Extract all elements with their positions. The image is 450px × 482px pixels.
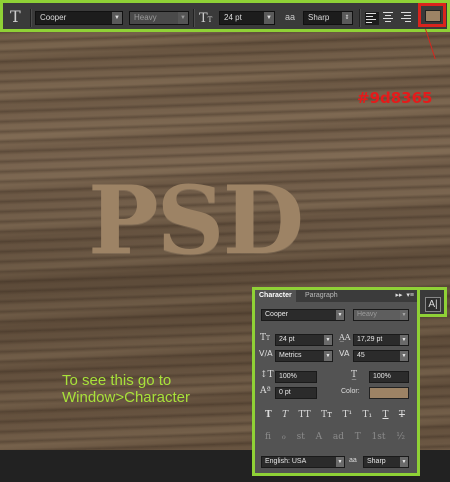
divider	[193, 9, 195, 27]
ornaments-button[interactable]: T	[355, 432, 361, 442]
leading-value: 17,29 pt	[357, 336, 383, 343]
language-value: English: USA	[265, 458, 307, 465]
divider	[359, 9, 361, 27]
chevron-down-icon: ▼	[400, 457, 408, 467]
faux-italic-button[interactable]: T	[282, 410, 288, 420]
text-color-swatch[interactable]	[425, 10, 441, 22]
superscript-button[interactable]: T¹	[342, 410, 352, 420]
instruction-line-1: To see this go to	[62, 372, 172, 389]
chevron-down-icon: ▼	[336, 457, 344, 467]
chevron-down-icon: ▼	[400, 310, 408, 320]
font-style-value: Heavy	[357, 311, 377, 318]
faux-bold-button[interactable]: T	[265, 410, 272, 420]
align-left-icon[interactable]	[365, 12, 379, 25]
panel-tabs: Character Paragraph ▸▸ ▾≡	[255, 290, 417, 302]
font-size-value: 24 pt	[279, 336, 295, 343]
panel-menu-icon[interactable]: ▸▸ ▾≡	[395, 291, 414, 299]
character-panel: Character Paragraph ▸▸ ▾≡ Cooper ▼ Heavy…	[252, 287, 420, 476]
canvas-text-layer[interactable]: PSD	[88, 174, 304, 268]
chevron-down-icon: ⇕	[342, 12, 352, 24]
character-panel-toggle-button[interactable]: A|	[425, 297, 441, 312]
font-style-select[interactable]: Heavy ▼	[129, 11, 189, 25]
chevron-down-icon: ▼	[178, 12, 188, 24]
tab-paragraph[interactable]: Paragraph	[301, 290, 342, 302]
font-style-select[interactable]: Heavy ▼	[353, 309, 409, 321]
text-color-highlight	[418, 3, 446, 27]
antialias-icon: aa	[285, 12, 296, 22]
text-color-swatch[interactable]	[369, 387, 409, 399]
fractions-button[interactable]: ½	[396, 432, 405, 442]
align-center-icon[interactable]	[383, 12, 395, 23]
divider	[30, 9, 32, 27]
horizontal-scale-icon: T̲	[351, 370, 358, 380]
all-caps-button[interactable]: TT	[299, 410, 311, 420]
subscript-button[interactable]: T₁	[362, 410, 372, 420]
text-tool-icon[interactable]: T	[10, 8, 28, 26]
antialias-value: Sharp	[367, 458, 386, 465]
antialias-icon: aa	[349, 457, 357, 464]
vertical-scale-icon: ↕T	[260, 370, 274, 380]
instruction-text: To see this go to Window>Character	[62, 372, 190, 406]
font-family-select[interactable]: Cooper ▼	[35, 11, 123, 25]
kerning-select[interactable]: Metrics ▼	[275, 350, 333, 362]
kerning-icon: V/A	[259, 349, 273, 358]
strikethrough-button[interactable]: T	[399, 410, 405, 420]
font-size-select[interactable]: 24 pt ▼	[219, 11, 275, 25]
discretionary-ligatures-button[interactable]: ℴ	[282, 432, 286, 442]
underline-button[interactable]: T	[382, 410, 388, 420]
kerning-value: Metrics	[279, 352, 302, 359]
align-right-icon[interactable]	[401, 12, 413, 23]
chevron-down-icon: ▼	[400, 335, 408, 345]
font-family-value: Cooper	[40, 13, 67, 22]
chevron-down-icon: ▼	[264, 12, 274, 24]
panel-toggle-highlight: A|	[417, 287, 447, 317]
font-family-select[interactable]: Cooper ▼	[261, 309, 345, 321]
collapse-icon[interactable]: ▸▸	[395, 292, 402, 299]
language-select[interactable]: English: USA ▼	[261, 456, 345, 468]
font-family-value: Cooper	[265, 311, 288, 318]
stylistic-alternates-button[interactable]: A	[316, 432, 323, 442]
leading-icon: A̲A	[339, 333, 351, 342]
small-caps-button[interactable]: Tт	[321, 410, 332, 420]
tracking-select[interactable]: 45 ▼	[353, 350, 409, 362]
chevron-down-icon: ▼	[112, 12, 122, 24]
color-callout-label: #9d8365	[357, 89, 433, 107]
tracking-icon: VA	[339, 349, 350, 358]
horizontal-scale-input[interactable]: 100%	[369, 371, 409, 383]
chevron-down-icon: ▼	[400, 351, 408, 361]
font-style-value: Heavy	[134, 13, 157, 22]
font-size-icon: TT	[199, 11, 213, 26]
style-buttons-row: T T TT Tт T¹ T₁ T T	[265, 410, 405, 420]
chevron-down-icon: ▼	[336, 310, 344, 320]
titling-alternates-button[interactable]: ad	[333, 432, 344, 442]
options-bar: T Cooper ▼ Heavy ▼ TT 24 pt ▼ aa Sharp ⇕	[0, 0, 450, 32]
chevron-down-icon: ▼	[324, 335, 332, 345]
opentype-buttons-row: fi ℴ st A ad T 1st ½	[265, 432, 405, 442]
tab-character[interactable]: Character	[255, 290, 296, 302]
chevron-down-icon: ▼	[324, 351, 332, 361]
instruction-line-2: Window>Character	[62, 389, 190, 406]
antialias-value: Sharp	[308, 13, 330, 22]
tracking-value: 45	[357, 352, 365, 359]
swash-button[interactable]: st	[297, 432, 305, 442]
color-label: Color:	[341, 388, 360, 395]
font-size-select[interactable]: 24 pt ▼	[275, 334, 333, 346]
vertical-scale-input[interactable]: 100%	[275, 371, 317, 383]
ligatures-button[interactable]: fi	[265, 432, 271, 442]
baseline-shift-icon: Aª	[260, 386, 271, 396]
menu-icon[interactable]: ▾≡	[406, 292, 414, 299]
antialias-select[interactable]: Sharp ⇕	[303, 11, 353, 25]
font-size-icon: TT	[260, 333, 271, 343]
baseline-shift-input[interactable]: 0 pt	[275, 387, 317, 399]
ordinals-button[interactable]: 1st	[372, 432, 386, 442]
font-size-value: 24 pt	[224, 13, 242, 22]
leading-select[interactable]: 17,29 pt ▼	[353, 334, 409, 346]
antialias-select[interactable]: Sharp ▼	[363, 456, 409, 468]
